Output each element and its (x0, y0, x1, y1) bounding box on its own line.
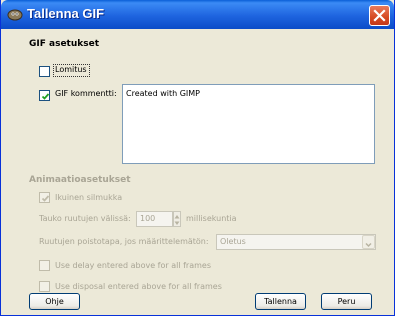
check-icon (41, 93, 50, 100)
cancel-button-label: Peru (337, 297, 356, 306)
gif-comment-checkbox[interactable] (39, 90, 50, 101)
loop-checkbox[interactable] (39, 192, 50, 203)
close-button[interactable] (369, 5, 390, 26)
save-button-label: Tallenna (264, 297, 297, 306)
help-button[interactable]: Ohje (29, 293, 80, 310)
gif-comment-textarea[interactable]: Created with GIMP (122, 84, 375, 164)
use-disposal-checkbox[interactable] (39, 281, 50, 292)
delay-value: 100 (140, 214, 156, 223)
disposal-value: Oletus (220, 237, 246, 246)
cancel-button[interactable]: Peru (321, 293, 372, 310)
save-button[interactable]: Tallenna (255, 293, 306, 310)
delay-unit: millisekuntia (186, 214, 237, 223)
title-bar[interactable]: Tallenna GIF (1, 0, 394, 29)
delay-spin-button[interactable] (173, 211, 181, 227)
gif-comment-text: Created with GIMP (126, 89, 201, 98)
check-icon (41, 195, 50, 202)
gif-comment-label[interactable]: GIF kommentti: (55, 89, 117, 98)
interlace-label[interactable]: Lomitus (55, 65, 87, 74)
use-delay-checkbox[interactable] (39, 260, 50, 271)
delay-label: Tauko ruutujen välissä: (39, 214, 131, 223)
disposal-label: Ruutujen poistotapa, jos määrittelemätön… (39, 237, 209, 246)
animation-settings-heading: Animaatioasetukset (29, 175, 131, 185)
close-icon (373, 9, 386, 22)
gimp-icon (7, 9, 23, 21)
loop-label: Ikuinen silmukka (55, 193, 123, 202)
save-gif-dialog: Tallenna GIF GIF asetukset Lomitus GIF k… (0, 0, 395, 316)
chevron-down-icon (365, 242, 372, 248)
use-disposal-label: Use disposal entered above for all frame… (55, 282, 222, 291)
gif-settings-heading: GIF asetukset (29, 39, 100, 49)
disposal-dropdown-button[interactable] (362, 235, 375, 249)
spin-arrows-icon (174, 215, 180, 225)
disposal-select[interactable]: Oletus (216, 234, 376, 250)
help-button-label: Ohje (45, 297, 64, 306)
use-delay-label: Use delay entered above for all frames (55, 261, 211, 270)
window-title: Tallenna GIF (27, 6, 105, 21)
interlace-checkbox[interactable] (39, 66, 50, 77)
delay-input[interactable]: 100 (136, 211, 173, 227)
